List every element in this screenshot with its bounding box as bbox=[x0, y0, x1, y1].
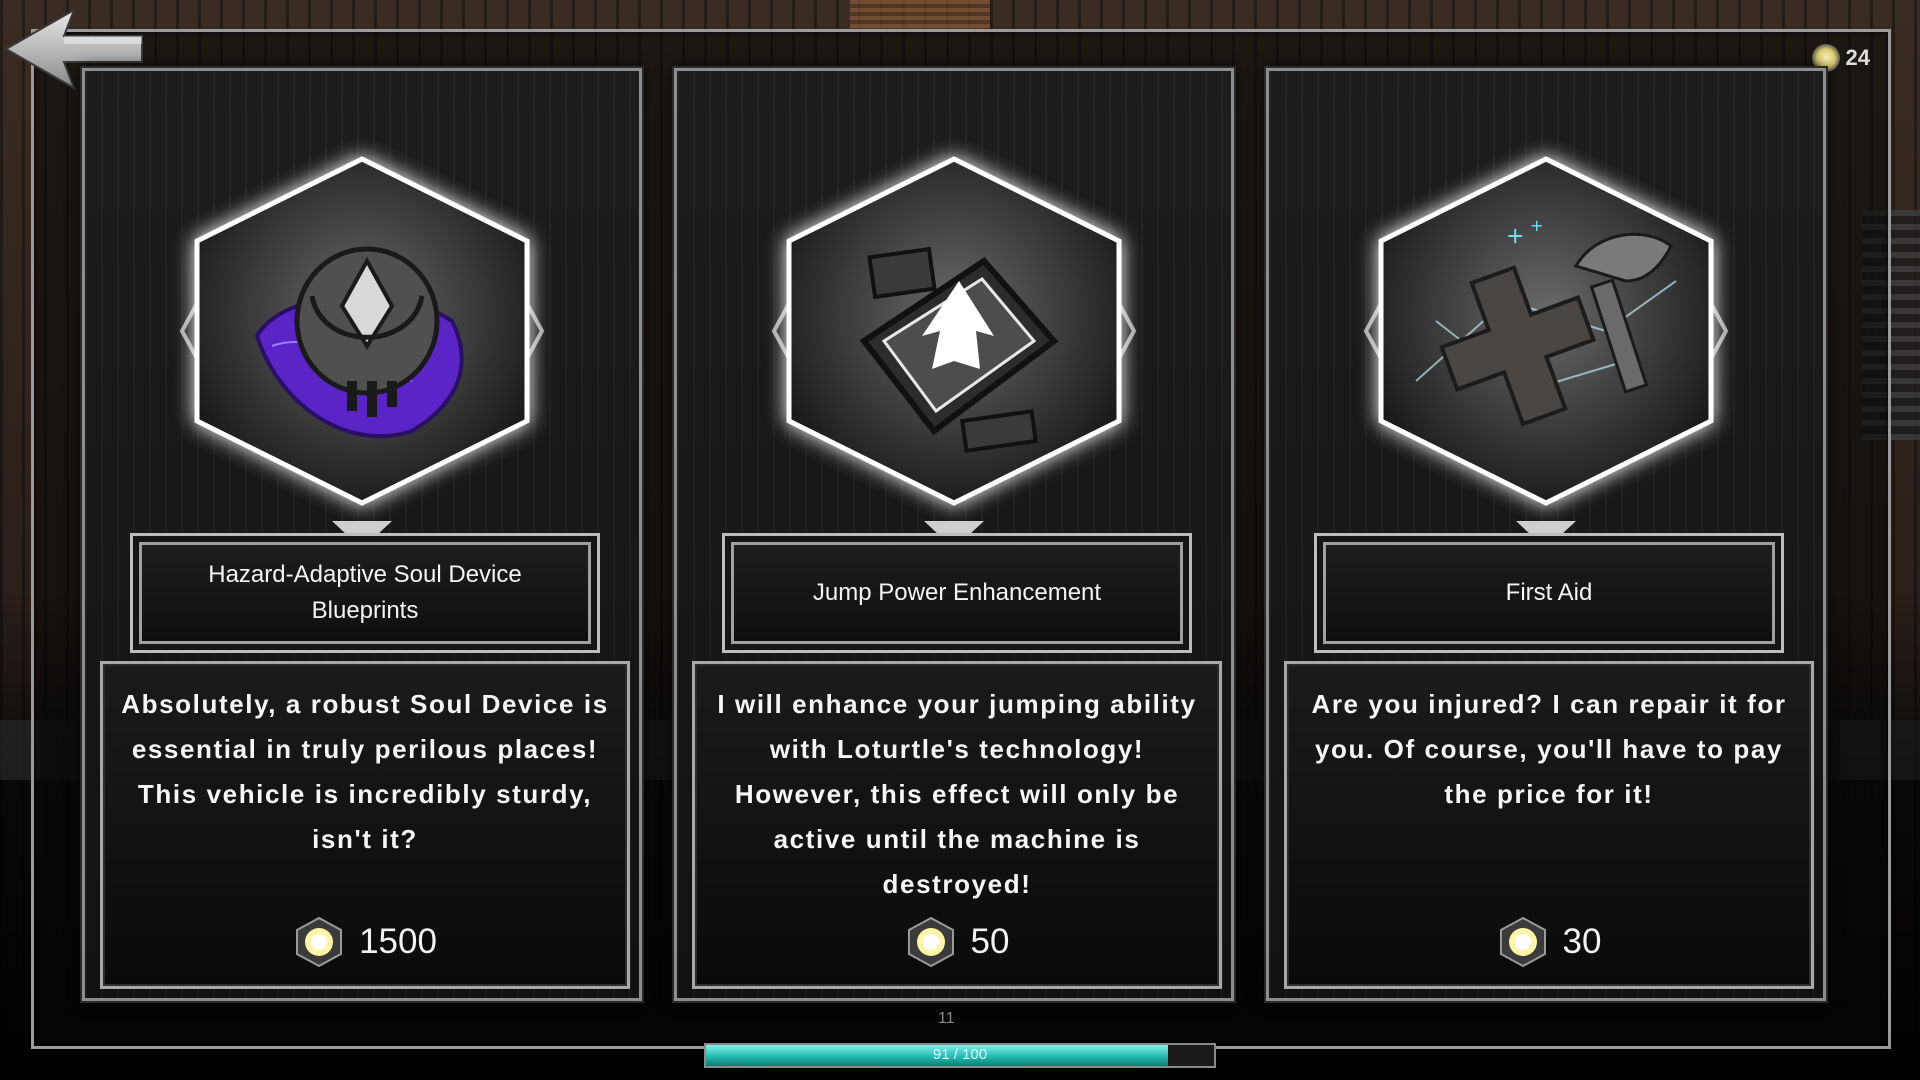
item-description: Are you injured? I can repair it for you… bbox=[1311, 689, 1787, 809]
item-icon-frame bbox=[754, 131, 1154, 531]
item-description: Absolutely, a robust Soul Device is esse… bbox=[121, 689, 609, 854]
item-description: I will enhance your jumping ability with… bbox=[717, 689, 1197, 899]
item-price: 30 bbox=[1287, 916, 1811, 968]
item-price: 50 bbox=[695, 916, 1219, 968]
item-icon-frame bbox=[162, 131, 562, 531]
item-title: First Aid bbox=[1505, 579, 1593, 606]
shop-item-card[interactable]: + + First Aid Are you injured? I can rep… bbox=[1266, 68, 1826, 1001]
shop-item-card[interactable]: Jump Power Enhancement I will enhance yo… bbox=[674, 68, 1234, 1001]
soul-device-blueprint-icon bbox=[179, 156, 545, 506]
shop-item-card[interactable]: Hazard-Adaptive Soul Device Blueprints A… bbox=[82, 68, 642, 1001]
item-description-box: I will enhance your jumping ability with… bbox=[692, 661, 1222, 989]
ceiling-lamp bbox=[850, 0, 990, 30]
price-amount: 30 bbox=[1562, 922, 1602, 961]
item-description-box: Absolutely, a robust Soul Device is esse… bbox=[100, 661, 630, 989]
svg-text:+: + bbox=[1530, 216, 1543, 235]
svg-text:+: + bbox=[1506, 224, 1524, 249]
progress-label: 91 / 100 bbox=[932, 1046, 988, 1063]
level-badge: 11 bbox=[938, 1010, 955, 1027]
item-title: Hazard-Adaptive Soul Device Blueprints bbox=[208, 561, 522, 624]
price-amount: 1500 bbox=[359, 922, 437, 961]
currency-amount: 24 bbox=[1845, 45, 1870, 70]
progress-bar: 91 / 100 bbox=[704, 1043, 1216, 1068]
item-description-box: Are you injured? I can repair it for you… bbox=[1284, 661, 1814, 989]
item-title-box: First Aid bbox=[1314, 533, 1784, 653]
soul-coin-icon bbox=[296, 916, 343, 968]
price-amount: 50 bbox=[970, 922, 1010, 961]
item-title: Jump Power Enhancement bbox=[812, 579, 1102, 606]
repair-hammer-icon: + + bbox=[1363, 156, 1729, 506]
jump-upgrade-icon bbox=[771, 156, 1137, 506]
item-title-box: Jump Power Enhancement bbox=[722, 533, 1192, 653]
soul-coin-icon bbox=[907, 916, 954, 968]
soul-coin-icon bbox=[1499, 916, 1546, 968]
item-price: 1500 bbox=[103, 916, 627, 968]
item-icon-frame: + + bbox=[1346, 131, 1746, 531]
item-title-box: Hazard-Adaptive Soul Device Blueprints bbox=[130, 533, 600, 653]
